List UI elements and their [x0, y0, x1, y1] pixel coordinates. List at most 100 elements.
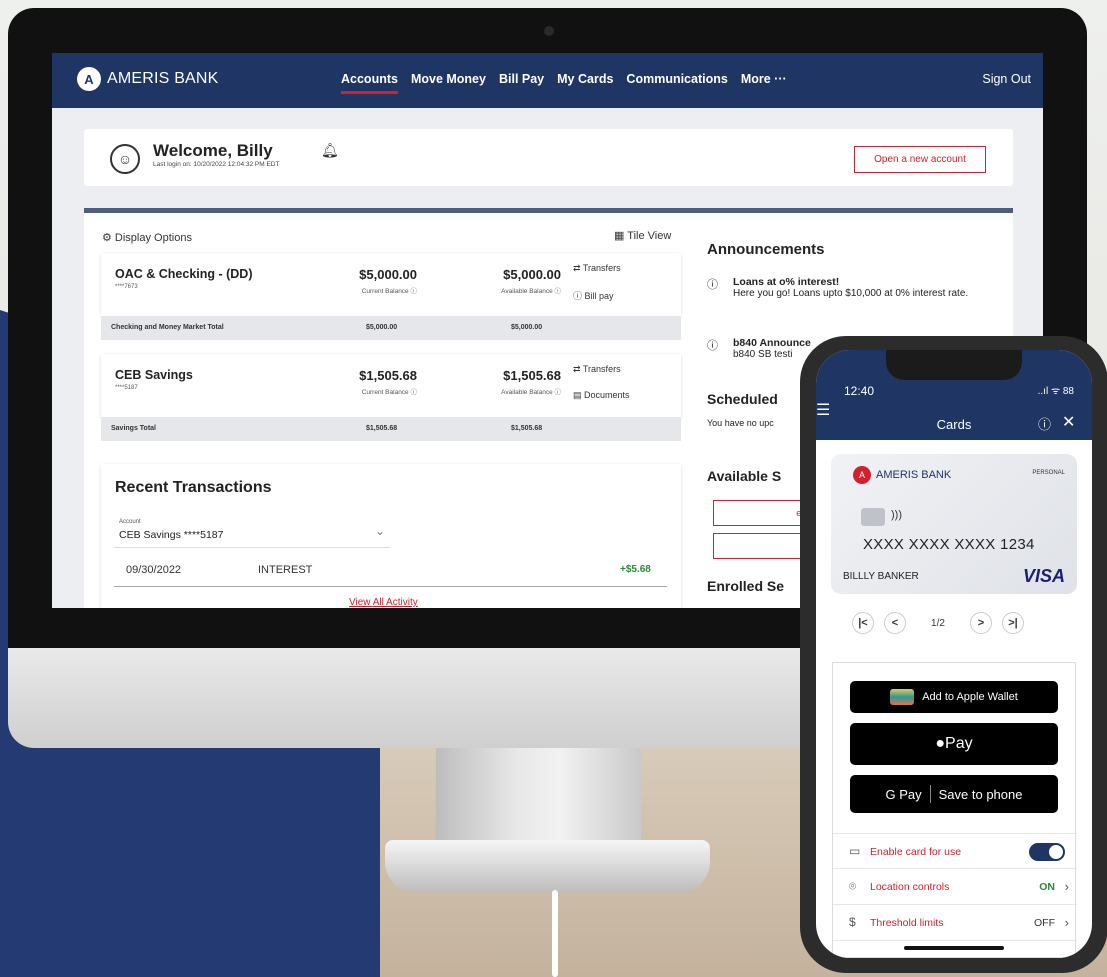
home-indicator: [904, 946, 1004, 950]
current-balance-label: Current Balance ⓘ: [361, 389, 417, 396]
brand-logo[interactable]: A AMERIS BANK: [77, 67, 219, 91]
announcement-item[interactable]: ⓘ Loans at o% interest! Here you go! Loan…: [707, 276, 1007, 326]
account-name: CEB Savings: [115, 368, 193, 382]
welcome-bar: ☺ Welcome, Billy Last login on: 10/20/20…: [84, 129, 1013, 186]
current-balance-label: Current Balance ⓘ: [361, 288, 417, 295]
apple-pay-label: Pay: [945, 735, 973, 752]
account-card-checking[interactable]: OAC & Checking - (DD) ****7673 $5,000.00…: [101, 253, 681, 316]
monitor-base: [385, 840, 710, 892]
coins-icon: $: [849, 915, 856, 929]
available-balance-label: Available Balance ⓘ: [501, 288, 561, 295]
transaction-amount: +$5.68: [620, 564, 651, 575]
chevron-right-icon: ›: [1064, 915, 1069, 930]
announcement-body: b840 SB testi: [733, 349, 793, 360]
divider: [114, 586, 667, 587]
notch: [886, 350, 1022, 380]
view-all-activity-link[interactable]: View All Activity: [349, 597, 418, 608]
enable-card-toggle[interactable]: [1029, 843, 1065, 861]
transaction-date: 09/30/2022: [126, 564, 182, 576]
total-current: $5,000.00: [366, 324, 398, 331]
setting-value: ON: [1039, 881, 1055, 893]
total-current: $1,505.68: [366, 425, 398, 432]
nav-communications[interactable]: Communications: [626, 72, 727, 94]
card-chip: [861, 508, 885, 526]
debit-card[interactable]: A AMERIS BANK PERSONAL ))) XXXX XXXX XXX…: [831, 454, 1077, 594]
sign-out-link[interactable]: Sign Out: [982, 72, 1031, 86]
divider: [929, 785, 931, 803]
close-icon[interactable]: ✕: [1062, 412, 1075, 432]
visa-logo: VISA: [1022, 566, 1065, 586]
open-account-button[interactable]: Open a new account: [854, 146, 986, 173]
bell-icon[interactable]: 🔔︎: [321, 142, 339, 159]
transaction-description: INTEREST: [258, 564, 313, 576]
card-type: PERSONAL: [1032, 470, 1065, 476]
apple-pay-button[interactable]: ● Pay: [850, 723, 1058, 765]
enrolled-services-title: Enrolled Se: [707, 578, 785, 594]
page-indicator: 1/2: [931, 617, 945, 629]
camera: [544, 26, 554, 36]
transfers-link[interactable]: ⇄ Transfers: [573, 364, 621, 375]
available-balance: $1,505.68: [503, 368, 561, 383]
documents-link[interactable]: ▤ Documents: [573, 390, 630, 401]
announcement-title: b840 Announce: [733, 337, 811, 349]
location-controls-row[interactable]: ⌾ Location controls ON ›: [833, 869, 1077, 905]
apple-wallet-label: Add to Apple Wallet: [922, 691, 1018, 703]
bill-pay-link[interactable]: ⓘ Bill pay: [573, 289, 614, 302]
prev-page-icon[interactable]: <: [884, 612, 906, 634]
savings-total-row: Savings Total $1,505.68 $1,505.68: [101, 417, 681, 441]
lion-logo-icon: A: [77, 67, 101, 91]
cable: [552, 890, 558, 977]
display-options-label: Display Options: [114, 232, 192, 244]
account-card-savings[interactable]: CEB Savings ****5187 $1,505.68 Current B…: [101, 354, 681, 417]
lion-logo-icon: A: [853, 466, 871, 484]
nav-more[interactable]: More ···: [741, 72, 787, 94]
chevron-down-icon: ⌄: [374, 524, 385, 538]
phone-screen: 12:40 ..ıl ᯤ 88 ☰ Cards ⓘ ✕ A AMERIS BAN…: [816, 350, 1092, 958]
enable-card-row[interactable]: ▭ Enable card for use: [833, 833, 1077, 869]
welcome-title: Welcome, Billy: [153, 141, 273, 160]
current-balance: $5,000.00: [359, 267, 417, 282]
setting-value: OFF: [1034, 917, 1055, 929]
wallet-icon: [890, 689, 915, 705]
save-to-phone-label: Save to phone: [938, 786, 1023, 802]
card-brand-name: AMERIS BANK: [876, 469, 952, 481]
info-icon: ⓘ: [707, 340, 718, 352]
first-page-icon[interactable]: |<: [852, 612, 874, 634]
nav-my-cards[interactable]: My Cards: [557, 72, 613, 94]
card-number: XXXX XXXX XXXX 1234: [863, 536, 1035, 553]
add-to-apple-wallet-button[interactable]: Add to Apple Wallet: [850, 681, 1058, 713]
setting-label: Threshold limits: [870, 917, 944, 929]
announcement-body: Here you go! Loans upto $10,000 at 0% in…: [733, 288, 969, 299]
gpay-label: G Pay: [885, 786, 922, 802]
location-pin-icon: ⌾: [849, 879, 857, 893]
recent-transactions: Recent Transactions Account CEB Savings …: [101, 464, 681, 608]
account-select-value: CEB Savings ****5187: [119, 529, 224, 541]
status-icons: ..ıl ᯤ 88: [1037, 386, 1074, 397]
nav-move-money[interactable]: Move Money: [411, 72, 486, 94]
display-options[interactable]: ⚙ Display Options: [102, 231, 192, 244]
user-avatar-icon[interactable]: ☺: [110, 144, 140, 174]
nav-bill-pay[interactable]: Bill Pay: [499, 72, 544, 94]
scheduled-title: Scheduled: [707, 391, 778, 407]
brand-name: AMERIS BANK: [107, 70, 219, 87]
tile-view-toggle[interactable]: ▦ Tile View: [614, 229, 671, 242]
threshold-limits-row[interactable]: $ Threshold limits OFF ›: [833, 905, 1077, 941]
help-icon[interactable]: ⓘ: [1038, 414, 1051, 433]
apple-icon: ●: [935, 735, 946, 752]
available-balance-label: Available Balance ⓘ: [501, 389, 561, 396]
chevron-right-icon: ›: [1064, 879, 1069, 894]
announcements-title: Announcements: [707, 241, 825, 258]
account-select[interactable]: Account CEB Savings ****5187 ⌄: [114, 514, 390, 548]
transfers-link[interactable]: ⇄ Transfers: [573, 263, 621, 274]
last-page-icon[interactable]: >|: [1002, 612, 1024, 634]
phone-header: 12:40 ..ıl ᯤ 88 ☰ Cards ⓘ ✕: [816, 350, 1092, 440]
setting-label: Location controls: [870, 881, 950, 893]
next-page-icon[interactable]: >: [970, 612, 992, 634]
tile-view-label: Tile View: [627, 230, 672, 242]
total-label: Checking and Money Market Total: [111, 324, 224, 331]
account-number: ****5187: [115, 385, 138, 391]
google-pay-button[interactable]: G Pay Save to phone: [850, 775, 1058, 813]
card-brand: A AMERIS BANK: [853, 466, 951, 484]
nav-accounts[interactable]: Accounts: [341, 72, 398, 94]
announcement-title: Loans at o% interest!: [733, 276, 840, 288]
